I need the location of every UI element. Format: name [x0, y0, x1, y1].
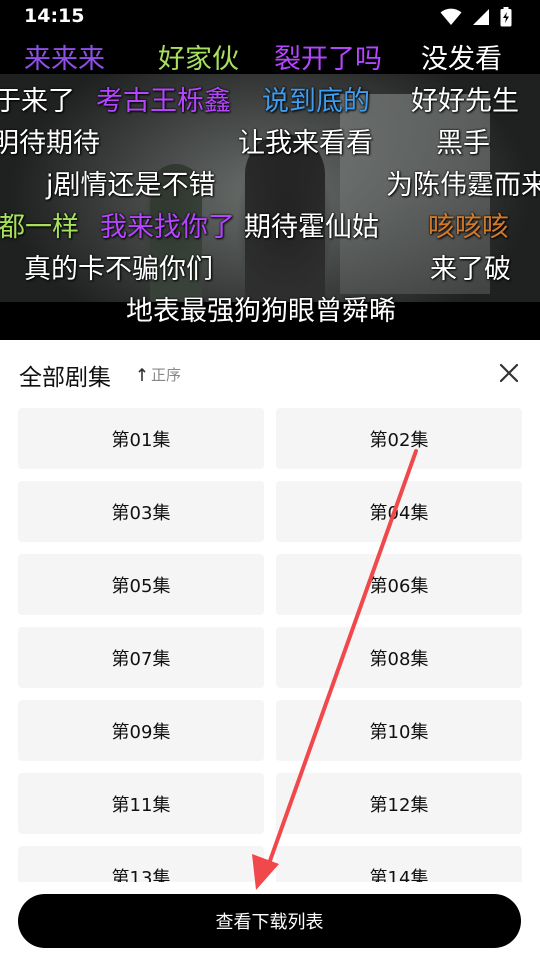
close-icon[interactable] [498, 362, 520, 384]
danmaku-comment: 都一样 [0, 212, 79, 243]
episode-button[interactable]: 第13集 [18, 846, 264, 882]
episode-button[interactable]: 第08集 [276, 627, 522, 688]
sort-label: 正序 [151, 366, 182, 384]
status-bar: 14:15 [0, 0, 540, 32]
sheet-title: 全部剧集 [19, 365, 111, 391]
status-time: 14:15 [24, 5, 85, 27]
danmaku-comment: 好好先生 [411, 86, 519, 117]
episode-sheet: 全部剧集 正序 第01集 第02集 第03集 第04集 第05集 第06集 第07集 第08集… [0, 340, 540, 960]
episode-button[interactable]: 第03集 [18, 481, 264, 542]
danmaku-comment: 于来了 [0, 86, 75, 117]
episode-button[interactable]: 第14集 [276, 846, 522, 882]
sort-toggle[interactable]: 正序 [138, 364, 181, 385]
danmaku-comment: 让我来看看 [238, 128, 373, 159]
danmaku-comment: 地表最强狗狗眼曾舜晞 [126, 296, 396, 327]
wifi-icon [440, 8, 462, 25]
danmaku-comment: 没发看 [421, 44, 502, 75]
danmaku-comment: 说到底的 [262, 86, 370, 117]
episode-button[interactable]: 第07集 [18, 627, 264, 688]
danmaku-comment: 真的卡不骗你们 [24, 254, 213, 285]
danmaku-comment: j剧情还是不错 [46, 170, 216, 201]
episode-button[interactable]: 第12集 [276, 773, 522, 834]
episode-button[interactable]: 第09集 [18, 700, 264, 761]
signal-icon [473, 9, 489, 25]
episode-grid: 第01集 第02集 第03集 第04集 第05集 第06集 第07集 第08集 第09集 第10集… [18, 408, 522, 882]
episode-button[interactable]: 第06集 [276, 554, 522, 615]
danmaku-comment: 考古王栎鑫 [96, 86, 231, 117]
episode-button[interactable]: 第04集 [276, 481, 522, 542]
episode-button[interactable]: 第01集 [18, 408, 264, 469]
danmaku-comment: 为陈伟霆而来 [386, 170, 540, 201]
danmaku-comment: 我来找你了 [100, 212, 235, 243]
danmaku-comment: 好家伙 [158, 44, 239, 75]
episode-button[interactable]: 第02集 [276, 408, 522, 469]
danmaku-comment: 明待期待 [0, 128, 100, 159]
danmaku-comment: 期待霍仙姑 [244, 212, 379, 243]
danmaku-comment: 黑手 [436, 128, 490, 159]
battery-charging-icon [500, 7, 512, 27]
danmaku-comment: 来来来 [24, 44, 105, 75]
sheet-header: 全部剧集 正序 [0, 340, 540, 408]
episode-button[interactable]: 第05集 [18, 554, 264, 615]
download-list-button[interactable]: 查看下载列表 [18, 894, 521, 948]
danmaku-comment: 来了破 [430, 254, 511, 285]
status-icons [440, 6, 512, 28]
danmaku-comment: 裂开了吗 [274, 44, 382, 75]
danmaku-comment: 咳咳咳 [428, 212, 509, 243]
episode-button[interactable]: 第11集 [18, 773, 264, 834]
sort-arrow-icon [138, 367, 146, 381]
episode-button[interactable]: 第10集 [276, 700, 522, 761]
video-player[interactable]: 来来来 好家伙 裂开了吗 没发看于来了 考古王栎鑫 说到底的 好好先生明待期待 让我来看看 黑手… [0, 32, 540, 340]
